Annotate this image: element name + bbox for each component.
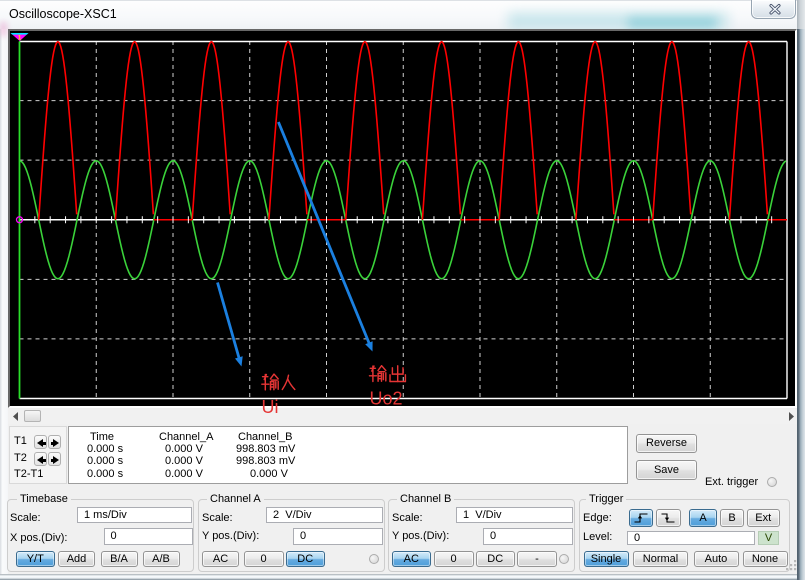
svg-text:1: 1 bbox=[18, 34, 22, 41]
